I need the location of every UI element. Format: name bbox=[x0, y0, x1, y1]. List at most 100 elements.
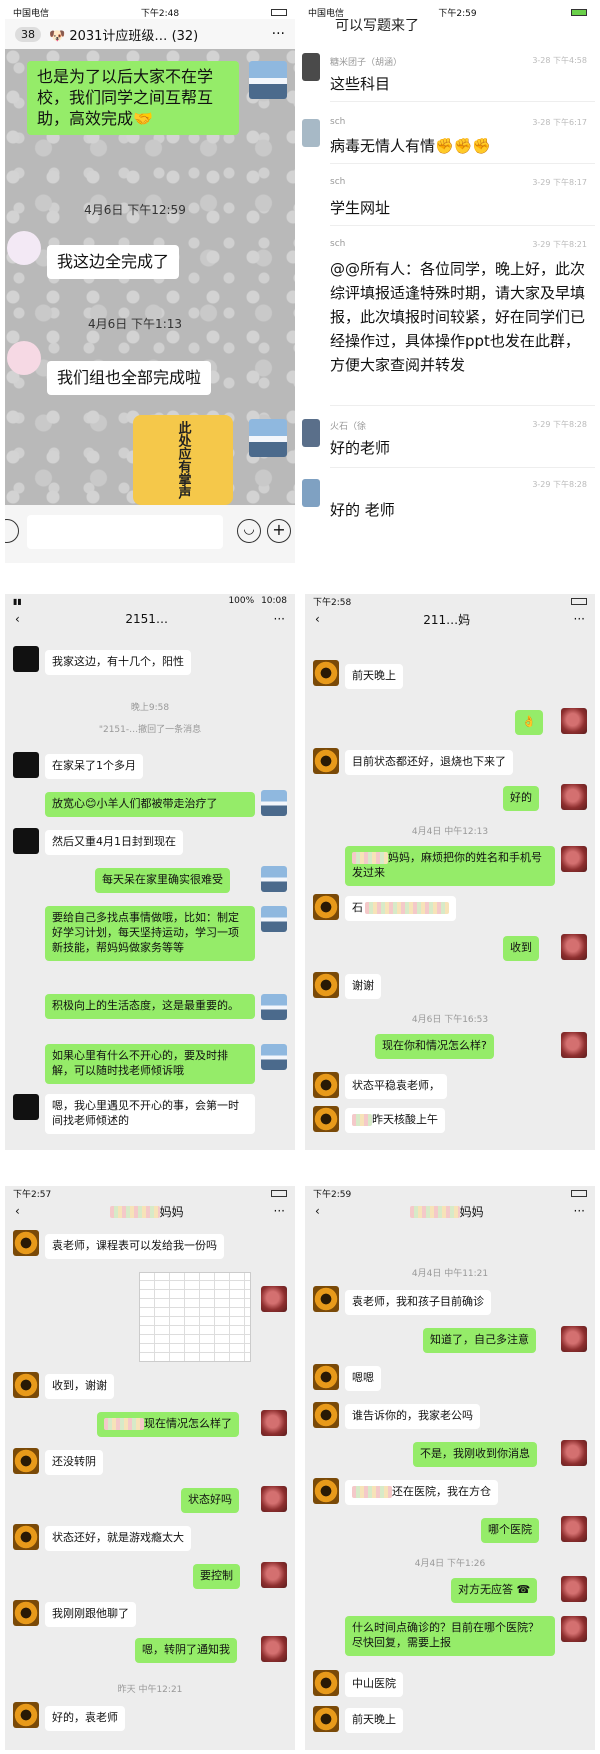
chat-header: ‹ 211…妈 ··· bbox=[305, 608, 595, 630]
back-badge[interactable]: 38 bbox=[15, 26, 41, 42]
clock: 下午2:57 bbox=[13, 1189, 52, 1200]
message-bubble: 知道了，自己多注意 bbox=[423, 1328, 536, 1353]
signal-icon: ▮▮ bbox=[13, 596, 22, 606]
avatar bbox=[261, 1044, 287, 1070]
chat-title: 211…妈 bbox=[423, 612, 471, 627]
divider bbox=[330, 405, 595, 406]
divider bbox=[330, 225, 595, 226]
chat-title: 2031计应班级… bbox=[69, 28, 168, 44]
avatar bbox=[261, 1562, 287, 1588]
avatar bbox=[313, 1106, 339, 1132]
message-input[interactable] bbox=[27, 515, 223, 549]
divider bbox=[330, 163, 595, 164]
avatar bbox=[249, 61, 287, 99]
avatar bbox=[13, 1600, 39, 1626]
message-bubble: 前天晚上 bbox=[345, 664, 403, 689]
group-chat-panel-1: 中国电信 下午2:48 38 🐶 2031计应班级… (32) ··· 也是为了… bbox=[5, 5, 295, 563]
message-bubble: 我这边全完成了 bbox=[47, 245, 180, 279]
avatar bbox=[13, 1094, 39, 1120]
battery-icon bbox=[270, 8, 287, 16]
message-bubble: 石 bbox=[345, 896, 456, 921]
avatar bbox=[302, 419, 320, 447]
redacted-phone bbox=[365, 902, 449, 914]
avatar bbox=[561, 1326, 587, 1352]
message-bubble: 谢谢 bbox=[345, 974, 381, 999]
back-icon[interactable]: ‹ bbox=[315, 612, 320, 626]
message-text: @@所有人：各位同学，晚上好，此次综评填报适逢特殊时期，请大家及早填报，此次填报… bbox=[330, 260, 586, 374]
status-bar: 下午2:57 bbox=[5, 1186, 295, 1200]
avatar bbox=[313, 1286, 339, 1312]
clock: 下午2:58 bbox=[313, 597, 352, 608]
message-text: 好的老师 bbox=[330, 439, 391, 457]
message-bubble: 谁告诉你的，我家老公吗 bbox=[345, 1404, 480, 1429]
message-time: 3-28 下午4:58 bbox=[532, 56, 587, 65]
redacted-name bbox=[352, 852, 388, 864]
message-bubble: 还没转阴 bbox=[45, 1450, 103, 1475]
chat-panel-4: 下午2:58 ‹ 211…妈 ··· 前天晚上 👌 目前状态都还好，退烧也下来了… bbox=[305, 594, 595, 1150]
message-bubble: 也是为了以后大家不在学校，我们同学之间互帮互助，高效完成🤝 bbox=[27, 61, 239, 136]
message-bubble: 要给自己多找点事情做哦，比如：制定好学习计划，每天坚持运动，学习一项新技能，帮妈… bbox=[45, 906, 255, 961]
message-text: 对方无应答 bbox=[458, 1583, 513, 1596]
avatar bbox=[13, 752, 39, 778]
message-bubble: 收到，谢谢 bbox=[45, 1374, 114, 1399]
battery-label: 100% bbox=[228, 596, 255, 606]
avatar bbox=[561, 1516, 587, 1542]
sender-name: sch bbox=[330, 239, 346, 249]
timestamp: 4月6日 下午1:13 bbox=[87, 317, 183, 331]
emoji-icon[interactable]: ◡ bbox=[237, 519, 261, 543]
message-text: 石 bbox=[352, 901, 363, 914]
clock: 下午2:59 bbox=[438, 8, 477, 19]
avatar bbox=[261, 1286, 287, 1312]
more-icon[interactable]: ··· bbox=[272, 26, 285, 42]
message-bubble: 嗯嗯 bbox=[345, 1366, 381, 1391]
back-icon[interactable]: ‹ bbox=[315, 1204, 320, 1218]
avatar bbox=[13, 828, 39, 854]
more-icon[interactable]: ··· bbox=[274, 612, 285, 626]
back-icon[interactable]: ‹ bbox=[15, 612, 20, 626]
avatar bbox=[313, 660, 339, 686]
more-icon[interactable]: ··· bbox=[574, 612, 585, 626]
message-text: 学生网址 bbox=[330, 199, 391, 217]
more-icon[interactable]: ··· bbox=[574, 1204, 585, 1218]
avatar bbox=[261, 994, 287, 1020]
battery-icon bbox=[271, 1189, 287, 1197]
add-icon[interactable]: + bbox=[267, 519, 291, 543]
group-icon: 🐶 bbox=[49, 28, 66, 44]
timestamp: 昨天 中午12:21 bbox=[117, 1685, 183, 1695]
redacted-name bbox=[109, 1206, 160, 1218]
avatar bbox=[313, 1364, 339, 1390]
message-bubble: 现在你和情况怎么样? bbox=[375, 1034, 494, 1059]
timestamp: 4月6日 下午12:59 bbox=[84, 203, 186, 217]
message-text: 这些科目 bbox=[330, 75, 391, 93]
schedule-image bbox=[139, 1272, 251, 1362]
message-bubble: 什么时间点确诊的？目前在哪个医院？尽快回复，需要上报 bbox=[345, 1616, 555, 1656]
screenshot-collage: 中国电信 下午2:48 38 🐶 2031计应班级… (32) ··· 也是为了… bbox=[0, 0, 600, 1754]
avatar bbox=[313, 1706, 339, 1732]
avatar bbox=[261, 1636, 287, 1662]
sticker: 此处应有掌声 bbox=[133, 415, 233, 505]
divider bbox=[330, 101, 595, 102]
avatar bbox=[561, 934, 587, 960]
message-time: 3-29 下午8:28 bbox=[532, 420, 587, 429]
chat-title-wrap: 🐶 2031计应班级… (32) bbox=[49, 25, 272, 44]
avatar bbox=[313, 894, 339, 920]
avatar bbox=[561, 708, 587, 734]
message-time: 3-29 下午8:21 bbox=[532, 240, 587, 249]
avatar bbox=[302, 119, 320, 147]
avatar bbox=[313, 1072, 339, 1098]
back-icon[interactable]: ‹ bbox=[15, 1204, 20, 1218]
chat-header: ‹ 妈妈 ··· bbox=[5, 1200, 295, 1222]
status-bar: 下午2:58 bbox=[305, 594, 595, 608]
input-bar: ◡ + bbox=[5, 505, 295, 563]
voice-icon[interactable] bbox=[5, 519, 19, 543]
more-icon[interactable]: ··· bbox=[274, 1204, 285, 1218]
clock: 10:08 bbox=[261, 596, 287, 606]
avatar bbox=[313, 748, 339, 774]
message-bubble: 状态平稳袁老师， bbox=[345, 1074, 447, 1099]
sender-name: 糖米团子（胡涵） bbox=[330, 58, 403, 68]
call-icon: ☎ bbox=[516, 1583, 531, 1596]
avatar bbox=[13, 1524, 39, 1550]
message-bubble: 前天晚上 bbox=[345, 1708, 403, 1733]
message-bubble: 现在情况怎么样了 bbox=[97, 1412, 239, 1437]
message-bubble: 哪个医院 bbox=[481, 1518, 539, 1543]
